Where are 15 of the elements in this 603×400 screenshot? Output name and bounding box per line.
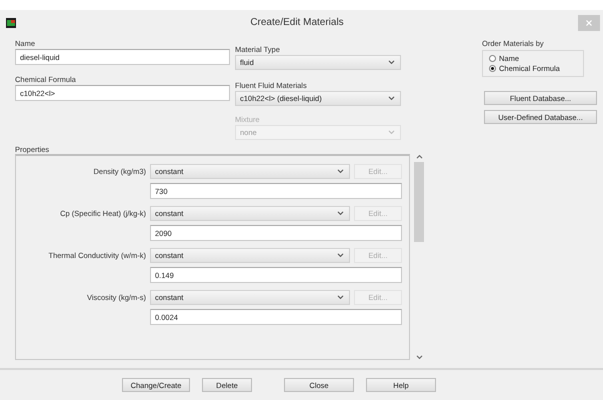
app-icon (6, 18, 16, 28)
scroll-thumb[interactable] (414, 162, 424, 242)
caret-icon (337, 169, 344, 174)
scroll-down-icon[interactable] (416, 355, 422, 360)
radio-button[interactable] (489, 65, 496, 72)
scroll-up-icon[interactable] (416, 154, 422, 159)
radio-button[interactable] (489, 55, 496, 62)
caret-icon (388, 130, 395, 135)
caret-icon (337, 253, 344, 258)
caret-icon (388, 60, 395, 65)
caret-icon (337, 295, 344, 300)
caret-icon (388, 96, 395, 101)
caret-icon (337, 211, 344, 216)
close-icon (586, 20, 592, 26)
window-title: Create/Edit Materials (249, 17, 345, 28)
